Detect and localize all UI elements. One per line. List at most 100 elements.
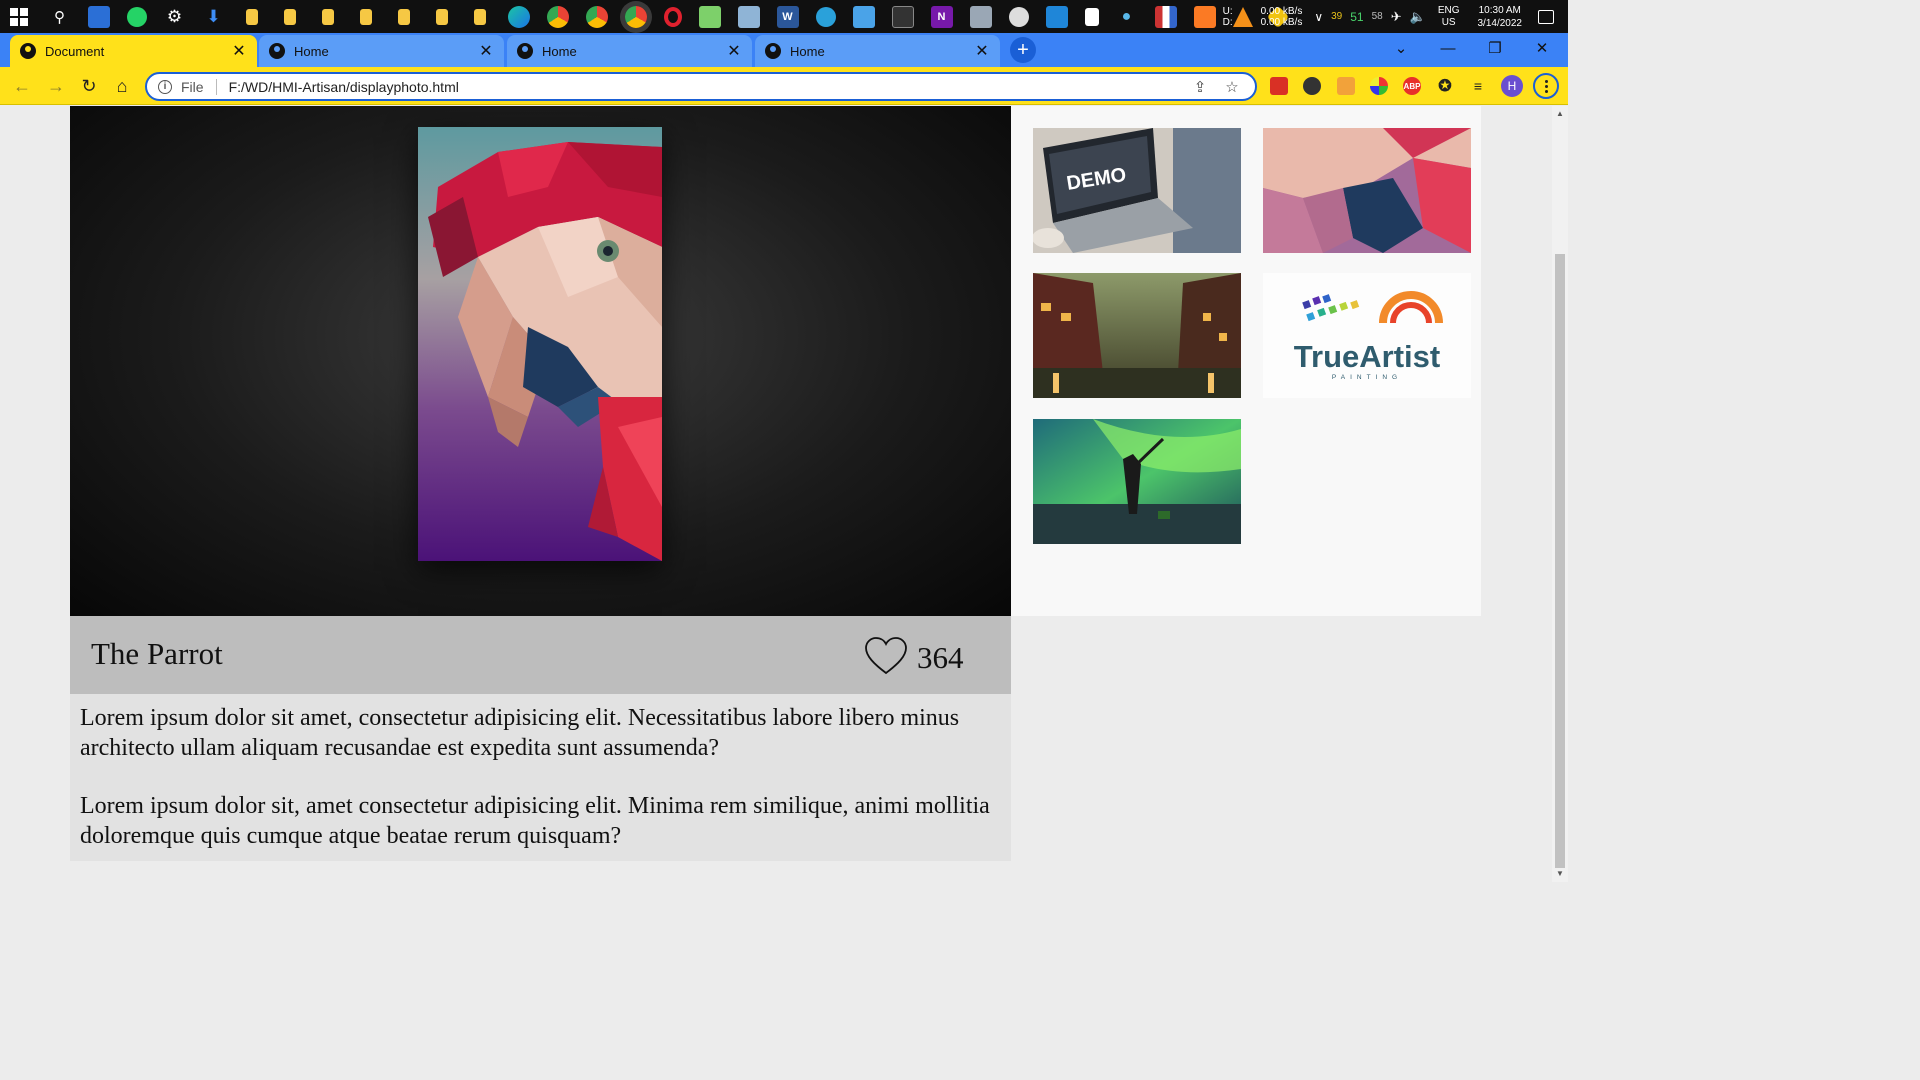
tab-home[interactable]: Home ✕ <box>755 35 1000 67</box>
clock-date: 3/14/2022 <box>1477 17 1523 29</box>
close-window-icon[interactable]: ✕ <box>1519 33 1565 63</box>
tab-home[interactable]: Home ✕ <box>507 35 752 67</box>
remote-desktop-icon[interactable] <box>852 5 875 28</box>
browser-tab-strip: Document ✕ Home ✕ Home ✕ Home ✕ <box>0 33 1568 67</box>
chrome-profile-icon[interactable] <box>546 5 569 28</box>
address-url[interactable]: F:/WD/HMI-Artisan/displayphoto.html <box>229 79 1191 95</box>
document-icon[interactable] <box>1084 7 1099 26</box>
chrome-profile-active-icon[interactable] <box>624 5 647 28</box>
folder-icon[interactable] <box>398 8 410 25</box>
edge-browser-icon[interactable] <box>507 5 530 28</box>
browser-menu-icon[interactable] <box>1533 73 1559 99</box>
reading-list-icon[interactable]: ≡ <box>1469 77 1487 95</box>
demo-laptop-image: DEMO <box>1033 128 1241 253</box>
archive-icon[interactable] <box>1154 5 1177 28</box>
extensions-puzzle-icon[interactable]: ✪ <box>1436 77 1454 95</box>
minimize-icon[interactable]: — <box>1425 33 1471 63</box>
gallery-thumbnail[interactable] <box>1033 419 1241 544</box>
tab-document[interactable]: Document ✕ <box>10 35 257 67</box>
vscode-icon[interactable] <box>1045 5 1068 28</box>
share-icon[interactable]: ⇪ <box>1191 78 1209 96</box>
tab-favicon-icon <box>765 43 781 59</box>
whatsapp-icon[interactable] <box>126 6 147 27</box>
scroll-up-arrow-icon[interactable]: ▲ <box>1556 110 1564 118</box>
extension-adblock-icon[interactable]: ABP <box>1403 77 1421 95</box>
word-icon[interactable]: W <box>776 5 799 28</box>
site-info-icon[interactable]: i <box>158 79 172 94</box>
tab-home[interactable]: Home ✕ <box>259 35 504 67</box>
scrollbar-thumb[interactable] <box>1555 254 1565 868</box>
tab-search-chevron-icon[interactable]: ⌄ <box>1378 33 1424 63</box>
chevron-up-icon[interactable]: ∨ <box>1314 10 1323 24</box>
upload-speed: 0.00 kB/s <box>1260 5 1303 17</box>
extension-color-picker-icon[interactable] <box>1370 77 1388 95</box>
clock[interactable]: 10:30 AM 3/14/2022 <box>1478 4 1523 30</box>
home-icon[interactable]: ⌂ <box>112 76 132 96</box>
volume-icon[interactable]: 🔈 <box>1410 9 1426 25</box>
forward-arrow-icon[interactable]: → <box>46 76 66 96</box>
scroll-down-arrow-icon[interactable]: ▼ <box>1556 870 1564 878</box>
extension-incognito-icon[interactable] <box>1303 77 1321 95</box>
restore-icon[interactable]: ❐ <box>1472 33 1518 63</box>
network-icon[interactable]: ✈ <box>1391 9 1402 25</box>
artwork-image[interactable] <box>418 127 662 561</box>
settings-gear-icon[interactable]: ⚙ <box>164 6 186 28</box>
search-icon[interactable]: ⚲ <box>49 6 71 28</box>
windows-taskbar: ⚲ ⚙ ⬇ W N ● U: 0.00 kB/s D: 0.00 kB/s ∨ 39… <box>0 0 1568 33</box>
lightbulb-icon[interactable]: ● <box>1116 6 1138 28</box>
gallery-thumbnail[interactable]: TrueArtist PAINTING <box>1263 273 1471 398</box>
gallery-side-panel: DEMO TrueArtist PAINTING <box>1011 106 1481 616</box>
tab-title: Home <box>294 43 329 59</box>
download-speed: 0.00 kB/s <box>1260 16 1303 28</box>
extension-highlighter-icon[interactable] <box>1337 77 1355 95</box>
address-bar[interactable]: i File F:/WD/HMI-Artisan/displayphoto.ht… <box>145 72 1257 101</box>
windows-start-icon[interactable] <box>10 7 28 26</box>
tab-title: Home <box>790 43 825 59</box>
trueartist-logo-image: TrueArtist PAINTING <box>1263 273 1471 398</box>
notification-center-icon[interactable] <box>1538 9 1554 24</box>
gallery-thumbnail[interactable]: DEMO <box>1033 128 1241 253</box>
profile-avatar[interactable]: H <box>1501 75 1523 97</box>
folder-icon[interactable] <box>360 8 372 25</box>
logo-tagline-text: PAINTING <box>1332 374 1402 381</box>
download-arrow-icon[interactable]: ⬇ <box>203 6 225 28</box>
bookmark-star-icon[interactable]: ☆ <box>1223 78 1241 96</box>
new-tab-plus-icon[interactable]: + <box>1010 37 1036 63</box>
tab-close-icon[interactable]: ✕ <box>726 41 742 61</box>
folder-icon[interactable] <box>284 8 296 25</box>
photos-icon[interactable] <box>969 5 992 28</box>
tab-close-icon[interactable]: ✕ <box>231 41 247 61</box>
page-scrollbar[interactable]: ▲ ▼ <box>1552 106 1568 882</box>
folder-icon[interactable] <box>474 8 486 25</box>
files-icon[interactable] <box>737 5 760 28</box>
reload-icon[interactable]: ↻ <box>79 76 99 96</box>
cpu-stat: 39 <box>1331 11 1343 22</box>
parrot-crop-image <box>1263 128 1471 253</box>
language-indicator[interactable]: ENG US <box>1438 5 1460 29</box>
chrome-profile-icon[interactable] <box>585 5 608 28</box>
gallery-thumbnail[interactable] <box>1033 273 1241 398</box>
tab-close-icon[interactable]: ✕ <box>478 41 494 61</box>
xampp-icon[interactable] <box>1193 5 1216 28</box>
opera-icon[interactable] <box>663 6 682 27</box>
back-arrow-icon[interactable]: ← <box>12 76 32 96</box>
onenote-icon[interactable]: N <box>930 5 953 28</box>
artwork-title-bar: The Parrot 364 <box>70 616 1011 694</box>
telegram-icon[interactable] <box>815 6 836 27</box>
notepad-icon[interactable] <box>698 5 721 28</box>
store-icon[interactable] <box>87 5 110 28</box>
terminal-icon[interactable] <box>891 5 914 28</box>
folder-icon[interactable] <box>436 8 448 25</box>
tab-favicon-icon <box>269 43 285 59</box>
tab-favicon-icon <box>20 43 36 59</box>
address-scheme: File <box>181 78 204 95</box>
tab-close-icon[interactable]: ✕ <box>974 41 990 61</box>
logo-brand-text: TrueArtist <box>1294 339 1440 374</box>
artwork-description: Lorem ipsum dolor sit amet, consectetur … <box>70 694 1011 861</box>
heart-like-icon[interactable] <box>864 636 908 676</box>
folder-icon[interactable] <box>322 8 334 25</box>
extension-bookmark-icon[interactable] <box>1270 77 1288 95</box>
network-disk-icon[interactable] <box>1008 6 1029 27</box>
gallery-thumbnail[interactable] <box>1263 128 1471 253</box>
folder-icon[interactable] <box>246 8 258 25</box>
